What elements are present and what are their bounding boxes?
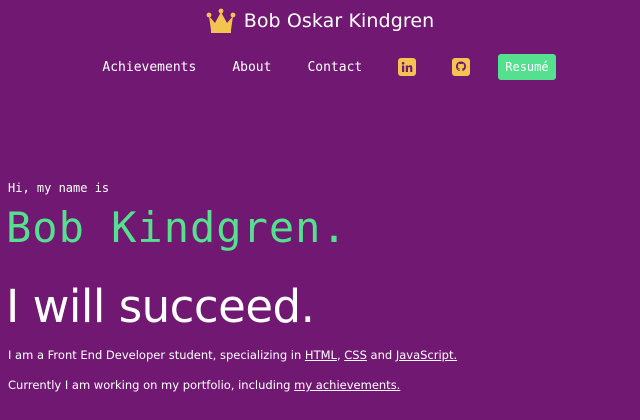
css-link[interactable]: CSS xyxy=(344,348,367,362)
nav-link-contact[interactable]: Contact xyxy=(307,60,362,75)
github-icon[interactable] xyxy=(452,58,471,76)
current-work-text: Currently I am working on my portfolio, … xyxy=(8,378,400,392)
nav-link-achievements[interactable]: Achievements xyxy=(102,60,196,75)
intro-text: I am a Front End Developer student, spec… xyxy=(8,348,457,362)
nav-link-about[interactable]: About xyxy=(232,60,271,75)
intro-sep-2: and xyxy=(366,348,396,362)
intro-prefix: I am a Front End Developer student, spec… xyxy=(8,348,305,362)
javascript-link[interactable]: JavaScript. xyxy=(396,348,457,362)
resume-button[interactable]: Resumé xyxy=(498,54,556,80)
brand-name: Bob Oskar Kindgren xyxy=(243,10,435,32)
current-prefix: Currently I am working on my portfolio, … xyxy=(8,378,295,392)
achievements-link[interactable]: my achievements. xyxy=(294,378,400,392)
main-nav: Achievements About Contact Resumé xyxy=(0,54,640,80)
greeting: Hi, my name is xyxy=(8,181,110,195)
crown-icon xyxy=(206,8,236,33)
github-glyph xyxy=(456,61,467,71)
hero-name: Bob Kindgren. xyxy=(6,203,348,252)
html-link[interactable]: HTML xyxy=(305,348,337,362)
page: Bob Oskar Kindgren Achievements About Co… xyxy=(0,0,640,420)
linkedin-icon[interactable] xyxy=(398,58,417,76)
site-brand[interactable]: Bob Oskar Kindgren xyxy=(0,8,640,34)
linkedin-glyph xyxy=(402,61,413,72)
hero-tagline: I will succeed. xyxy=(6,280,315,333)
